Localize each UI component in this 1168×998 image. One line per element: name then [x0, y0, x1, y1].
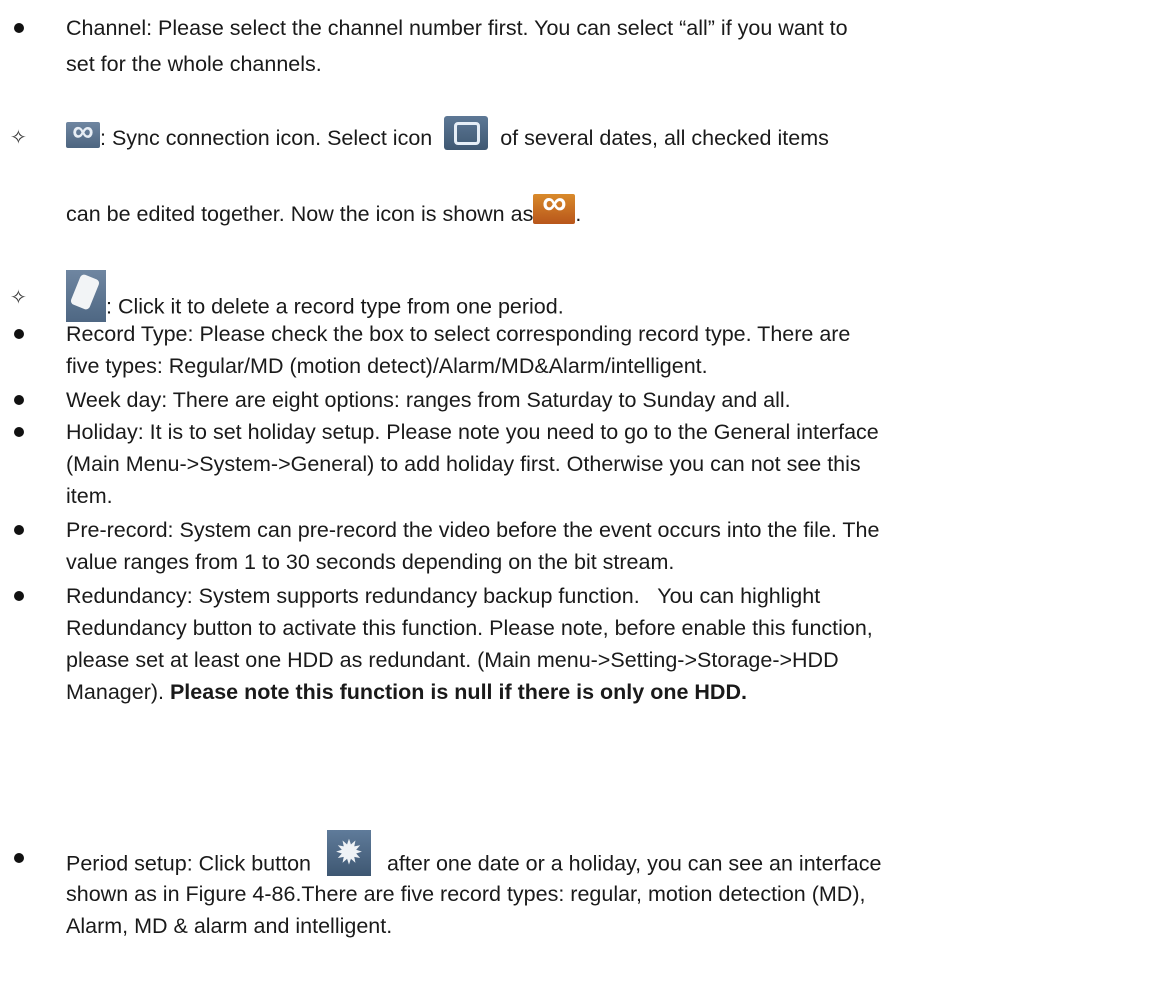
bullet-dot — [14, 591, 24, 601]
sync-desc-b: of several dates, all checked items — [500, 126, 829, 150]
period-desc-a: Period setup: Click button — [66, 851, 311, 876]
bullet-dot — [14, 427, 24, 437]
bullet-dot — [14, 525, 24, 535]
period-line-2: shown as in Figure 4-86.There are five r… — [66, 882, 866, 906]
channel-line-2: set for the whole channels. — [66, 52, 322, 76]
holiday-line-1: Holiday: It is to set holiday setup. Ple… — [66, 420, 879, 444]
holiday-line-2: (Main Menu->System->General) to add holi… — [66, 452, 861, 476]
link-orange-icon — [533, 187, 576, 225]
redundancy-line-3: please set at least one HDD as redundant… — [66, 648, 839, 672]
record-type-line-1: Record Type: Please check the box to sel… — [66, 322, 851, 346]
pre-record-line-2: value ranges from 1 to 30 seconds depend… — [66, 550, 675, 574]
week-day-line-1: Week day: There are eight options: range… — [66, 388, 791, 412]
square-icon — [444, 116, 489, 151]
link-icon — [66, 116, 100, 149]
diamond-bullet: ✧ — [10, 287, 27, 309]
redundancy-line-2: Redundancy button to activate this funct… — [66, 616, 873, 640]
holiday-line-3: item. — [66, 484, 113, 508]
sync-period: . — [575, 202, 582, 226]
erase-desc: : Click it to delete a record type from … — [106, 294, 564, 319]
redundancy-note-bold: Please note this function is null if the… — [169, 680, 747, 704]
gear-icon — [326, 830, 371, 876]
bullet-dot — [14, 395, 24, 405]
sync-text: : Sync connection icon. Select icon of s… — [66, 116, 1148, 156]
redundancy-line-1: Redundancy: System supports redundancy b… — [66, 584, 821, 608]
bullet-dot — [14, 853, 24, 863]
diamond-bullet: ✧ — [10, 127, 27, 149]
record-type-line-2: five types: Regular/MD (motion detect)/A… — [66, 354, 708, 378]
eraser-icon — [66, 270, 106, 322]
pre-record-line-1: Pre-record: System can pre-record the vi… — [66, 518, 880, 542]
channel-text: Channel: Please select the channel numbe… — [66, 12, 1148, 80]
sync-line-2: can be edited together. Now the icon is … — [66, 202, 534, 226]
sync-desc-a: : Sync connection icon. Select icon — [100, 126, 433, 150]
bullet-dot — [14, 329, 24, 339]
bullet-dot — [14, 23, 24, 33]
redundancy-line-4: Manager). — [66, 680, 170, 704]
channel-line-1: Channel: Please select the channel numbe… — [66, 16, 848, 40]
period-desc-b: after one date or a holiday, you can see… — [386, 851, 882, 876]
period-line-3: Alarm, MD & alarm and intelligent. — [66, 914, 393, 938]
